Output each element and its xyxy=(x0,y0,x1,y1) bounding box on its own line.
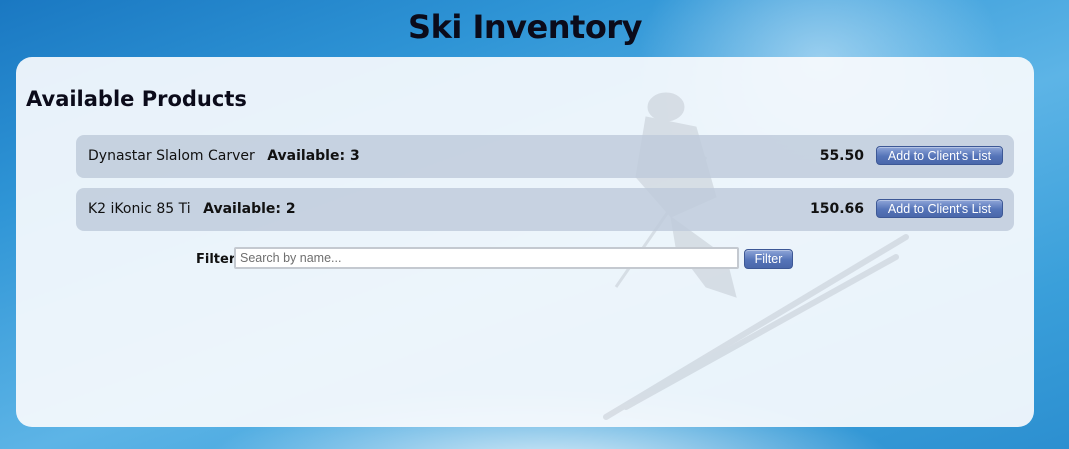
product-availability: Available: 3 xyxy=(267,148,360,164)
product-row: K2 iKonic 85 Ti Available: 2 150.66 Add … xyxy=(76,188,1014,231)
filter-search-input[interactable] xyxy=(234,247,739,269)
section-title: Available Products xyxy=(26,87,247,111)
add-to-client-list-button[interactable]: Add to Client's List xyxy=(876,146,1003,165)
product-name: Dynastar Slalom Carver xyxy=(88,148,255,164)
filter-label: Filter xyxy=(196,252,236,267)
product-row: Dynastar Slalom Carver Available: 3 55.5… xyxy=(76,135,1014,178)
product-price: 55.50 xyxy=(819,148,864,164)
product-availability: Available: 2 xyxy=(203,201,296,217)
add-to-client-list-button[interactable]: Add to Client's List xyxy=(876,199,1003,218)
product-info: K2 iKonic 85 Ti Available: 2 xyxy=(88,201,296,217)
page-title: Ski Inventory xyxy=(408,8,642,46)
products-panel: Available Products Dynastar Slalom Carve… xyxy=(16,57,1034,427)
page: { "header": { "title": "Ski Inventory" }… xyxy=(0,0,1069,449)
product-info: Dynastar Slalom Carver Available: 3 xyxy=(88,148,360,164)
filter-button[interactable]: Filter xyxy=(744,249,793,269)
product-price: 150.66 xyxy=(809,201,864,217)
product-name: K2 iKonic 85 Ti xyxy=(88,201,191,217)
